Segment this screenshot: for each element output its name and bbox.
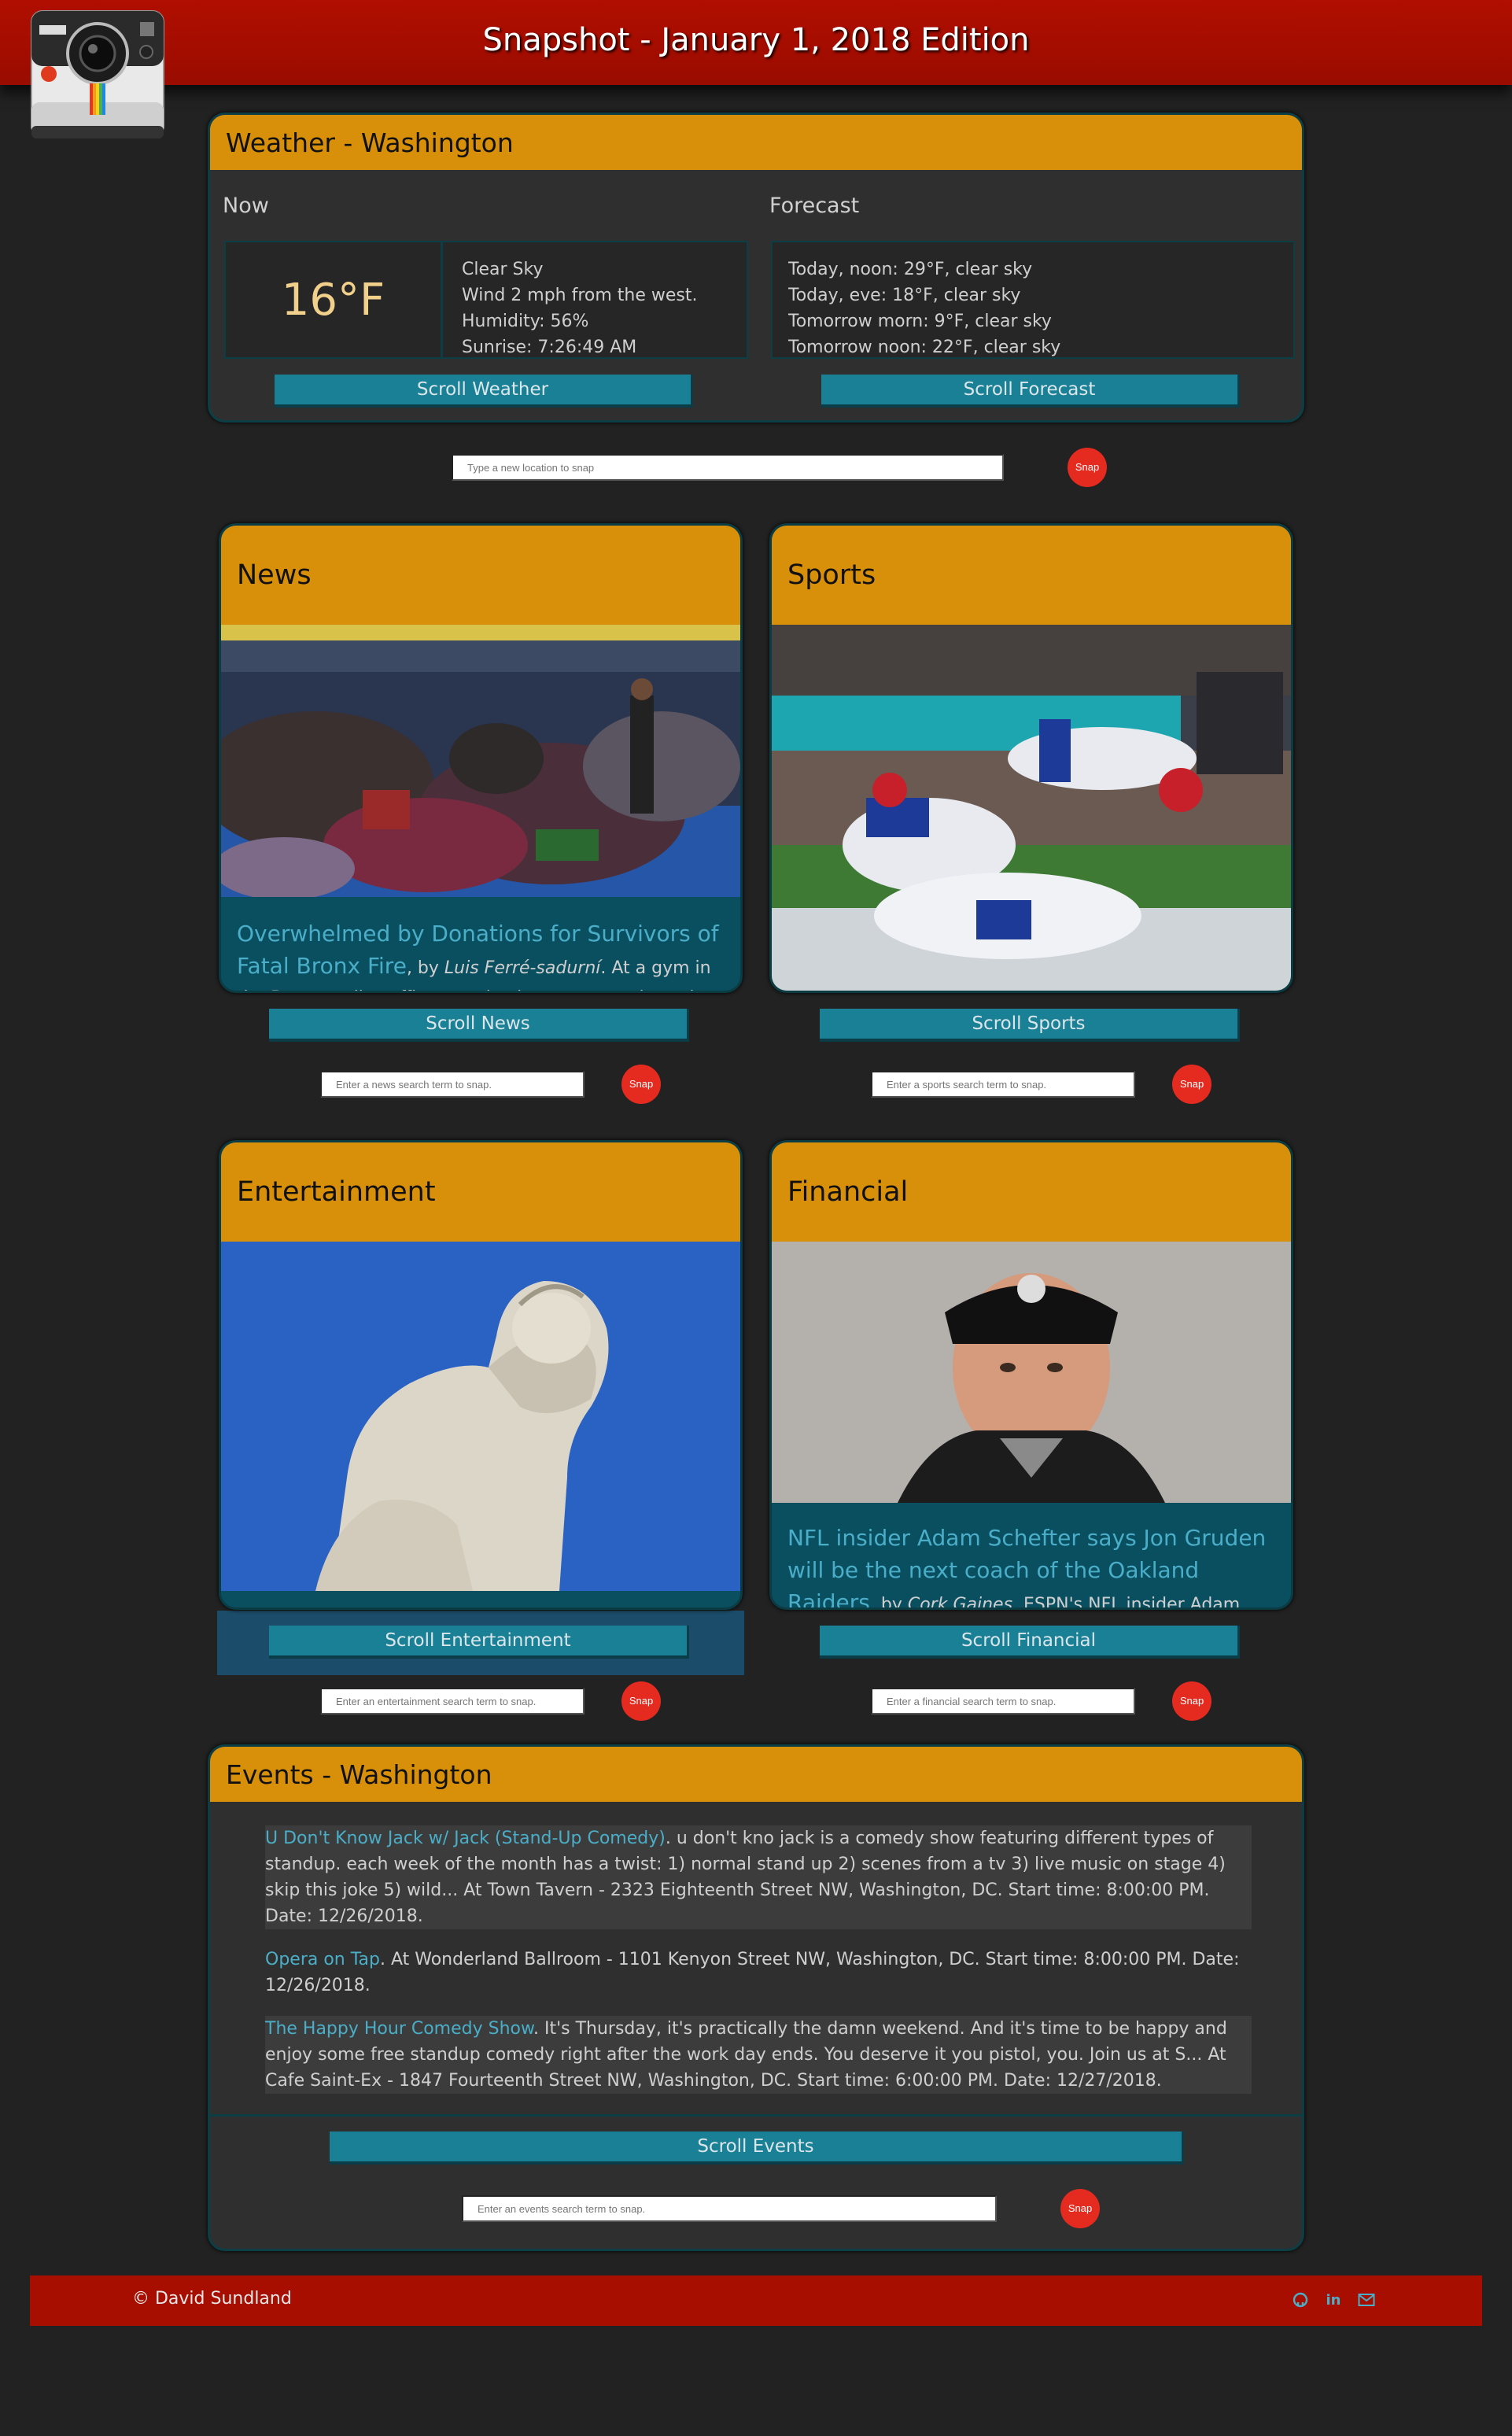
now-label: Now — [223, 194, 269, 218]
footer: © David Sundland in — [30, 2275, 1482, 2326]
snap-events-button[interactable]: Snap — [1060, 2189, 1100, 2228]
financial-image — [772, 1242, 1291, 1503]
events-panel: Events - Washington U Don't Know Jack w/… — [208, 1744, 1304, 2251]
condition-line: Sunrise: 7:26:49 AM — [462, 338, 637, 357]
event-title-link[interactable]: The Happy Hour Comedy Show — [265, 2019, 533, 2039]
events-search-input[interactable] — [462, 2195, 997, 2222]
financial-article[interactable]: NFL insider Adam Schefter says Jon Grude… — [787, 1523, 1277, 1610]
instant-camera-icon — [28, 8, 167, 145]
snap-news-button[interactable]: Snap — [621, 1065, 661, 1104]
entertainment-image — [221, 1242, 740, 1591]
events-list[interactable]: U Don't Know Jack w/ Jack (Stand-Up Come… — [265, 1825, 1252, 2111]
news-article[interactable]: Overwhelmed by Donations for Survivors o… — [237, 919, 726, 991]
entertainment-card: Entertainment — [219, 1140, 743, 1610]
event-item: The Happy Hour Comedy Show. It's Thursda… — [265, 2016, 1252, 2094]
condition-line: Wind 2 mph from the west. — [462, 286, 698, 305]
snap-financial-button[interactable]: Snap — [1172, 1681, 1211, 1721]
financial-card: Financial NFL insider Adam Schefter says… — [769, 1140, 1293, 1610]
snap-location-button[interactable]: Snap — [1068, 448, 1107, 487]
current-conditions[interactable]: Clear Sky Wind 2 mph from the west. Humi… — [462, 257, 698, 359]
condition-line: Humidity: 56% — [462, 312, 589, 331]
financial-byline: , by — [869, 1595, 908, 1610]
financial-author: Cork Gaines — [907, 1595, 1013, 1610]
github-icon[interactable] — [1292, 2291, 1309, 2309]
scroll-forecast-button[interactable]: Scroll Forecast — [821, 375, 1240, 408]
forecast-line: Today, eve: 18°F, clear sky — [788, 286, 1021, 305]
scroll-sports-button[interactable]: Scroll Sports — [820, 1009, 1240, 1042]
event-item: U Don't Know Jack w/ Jack (Stand-Up Come… — [265, 1825, 1252, 1929]
news-author: Luis Ferré-sadurní — [444, 958, 601, 978]
events-divider — [210, 2114, 1302, 2117]
news-image — [221, 625, 740, 897]
weather-panel: Weather - Washington Now Forecast 16°F C… — [208, 113, 1304, 423]
news-card: News Overwhelmed by Donations for Surviv… — [219, 523, 743, 993]
forecast-label: Forecast — [769, 194, 860, 218]
scroll-weather-button[interactable]: Scroll Weather — [275, 375, 693, 408]
location-search-input[interactable] — [452, 454, 1004, 481]
event-item: Opera on Tap. At Wonderland Ballroom - 1… — [265, 1947, 1252, 1999]
page-title: Snapshot - January 1, 2018 Edition — [482, 22, 1030, 58]
forecast-line: Today, noon: 29°F, clear sky — [788, 260, 1033, 279]
forecast-box[interactable]: Today, noon: 29°F, clear sky Today, eve:… — [771, 241, 1295, 359]
weather-title: Weather - Washington — [210, 115, 1302, 170]
sports-search-input[interactable] — [871, 1071, 1135, 1098]
event-title-link[interactable]: U Don't Know Jack w/ Jack (Stand-Up Come… — [265, 1829, 666, 1848]
sports-card: Sports — [769, 523, 1293, 993]
forecast-line: Tomorrow noon: 22°F, clear sky — [788, 338, 1061, 357]
snap-sports-button[interactable]: Snap — [1172, 1065, 1211, 1104]
entertainment-title: Entertainment — [221, 1142, 740, 1242]
linkedin-icon[interactable]: in — [1325, 2291, 1342, 2309]
scroll-events-button[interactable]: Scroll Events — [330, 2132, 1184, 2165]
entertainment-search-input[interactable] — [320, 1688, 585, 1714]
app-header: Snapshot - January 1, 2018 Edition — [0, 0, 1512, 85]
events-title: Events - Washington — [210, 1747, 1302, 1802]
sports-title: Sports — [772, 526, 1291, 625]
news-byline: , by — [406, 958, 444, 978]
copyright: © David Sundland — [132, 2289, 292, 2309]
condition-line: Clear Sky — [462, 260, 544, 279]
scroll-news-button[interactable]: Scroll News — [269, 1009, 689, 1042]
financial-search-input[interactable] — [871, 1688, 1135, 1714]
sports-image — [772, 625, 1291, 991]
forecast-line: Tomorrow morn: 9°F, clear sky — [788, 312, 1052, 331]
event-description: . At Wonderland Ballroom - 1101 Kenyon S… — [265, 1950, 1240, 1995]
news-search-input[interactable] — [320, 1071, 585, 1098]
news-title: News — [221, 526, 740, 625]
event-title-link[interactable]: Opera on Tap — [265, 1950, 380, 1969]
scroll-entertainment-button[interactable]: Scroll Entertainment — [269, 1626, 689, 1659]
email-icon[interactable] — [1358, 2291, 1375, 2309]
financial-title: Financial — [772, 1142, 1291, 1242]
current-weather-box: 16°F Clear Sky Wind 2 mph from the west.… — [224, 241, 748, 359]
current-temperature: 16°F — [226, 242, 443, 357]
snap-entertainment-button[interactable]: Snap — [621, 1681, 661, 1721]
scroll-financial-button[interactable]: Scroll Financial — [820, 1626, 1240, 1659]
